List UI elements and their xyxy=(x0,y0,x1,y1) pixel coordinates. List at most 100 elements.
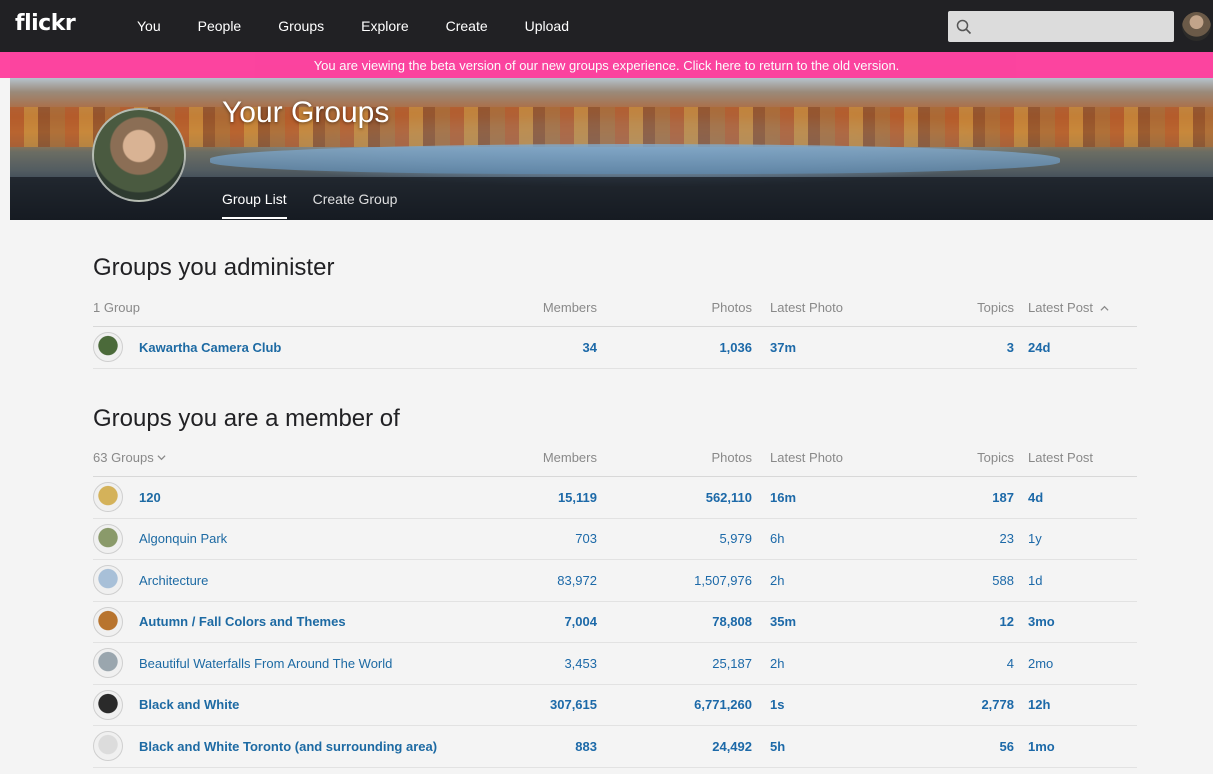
header-latest-photo[interactable]: Latest Photo xyxy=(752,300,902,315)
members-count[interactable]: 703 xyxy=(507,531,597,546)
group-avatar[interactable] xyxy=(93,482,123,513)
latest-post-time[interactable]: 12h xyxy=(1014,697,1137,712)
profile-avatar[interactable] xyxy=(92,108,186,202)
latest-post-time[interactable]: 4d xyxy=(1014,490,1137,505)
flickr-logo[interactable]: flickr xyxy=(15,11,76,36)
group-avatar[interactable] xyxy=(93,606,123,637)
group-name-cell: Beautiful Waterfalls From Around The Wor… xyxy=(93,648,507,679)
admin-table: 1 Group Members Photos Latest Photo Topi… xyxy=(93,289,1137,369)
group-avatar[interactable] xyxy=(93,689,123,720)
page-title: Your Groups xyxy=(222,96,390,129)
group-name-cell: Kawartha Camera Club xyxy=(93,332,507,363)
members-count[interactable]: 83,972 xyxy=(507,573,597,588)
nav-item-groups[interactable]: Groups xyxy=(278,18,324,34)
topics-count[interactable]: 12 xyxy=(902,614,1014,629)
topics-count[interactable]: 588 xyxy=(902,573,1014,588)
tab-group-list[interactable]: Group List xyxy=(222,191,287,219)
nav-item-people[interactable]: People xyxy=(198,18,242,34)
group-avatar[interactable] xyxy=(93,523,123,554)
admin-table-header: 1 Group Members Photos Latest Photo Topi… xyxy=(93,289,1137,327)
group-avatar[interactable] xyxy=(93,565,123,596)
group-name-link[interactable]: Algonquin Park xyxy=(139,531,227,546)
admin-rows: Kawartha Camera Club 34 1,036 37m 3 24d xyxy=(93,327,1137,369)
table-row: Algonquin Park 703 5,979 6h 23 1y xyxy=(93,519,1137,560)
group-name-cell: Autumn / Fall Colors and Themes xyxy=(93,606,507,637)
member-table-header: 63 Groups Members Photos Latest Photo To… xyxy=(93,439,1137,477)
latest-photo-time[interactable]: 1s xyxy=(752,697,902,712)
admin-count-label: 1 Group xyxy=(93,300,140,315)
latest-photo-time[interactable]: 2h xyxy=(752,573,902,588)
latest-post-time[interactable]: 2mo xyxy=(1014,656,1137,671)
header-members[interactable]: Members xyxy=(507,450,597,465)
photos-count[interactable]: 1,507,976 xyxy=(597,573,752,588)
topics-count[interactable]: 3 xyxy=(902,340,1014,355)
latest-photo-time[interactable]: 6h xyxy=(752,531,902,546)
group-name-cell: Algonquin Park xyxy=(93,523,507,554)
latest-photo-time[interactable]: 35m xyxy=(752,614,902,629)
topics-count[interactable]: 2,778 xyxy=(902,697,1014,712)
search-input[interactable] xyxy=(978,12,1168,41)
table-row: Architecture 83,972 1,507,976 2h 588 1d xyxy=(93,560,1137,602)
members-count[interactable]: 15,119 xyxy=(507,490,597,505)
top-nav: flickr You People Groups Explore Create … xyxy=(0,0,1213,52)
photos-count[interactable]: 562,110 xyxy=(597,490,752,505)
group-name-link[interactable]: 120 xyxy=(139,490,161,505)
member-section-title: Groups you are a member of xyxy=(93,405,400,432)
group-avatar[interactable] xyxy=(93,332,123,363)
topics-count[interactable]: 4 xyxy=(902,656,1014,671)
latest-photo-time[interactable]: 16m xyxy=(752,490,902,505)
member-table: 63 Groups Members Photos Latest Photo To… xyxy=(93,439,1137,768)
nav-item-create[interactable]: Create xyxy=(446,18,488,34)
header-photos[interactable]: Photos xyxy=(597,450,752,465)
group-name-link[interactable]: Black and White Toronto (and surrounding… xyxy=(139,739,437,754)
header-latest-post[interactable]: Latest Post xyxy=(1014,300,1137,315)
latest-photo-time[interactable]: 2h xyxy=(752,656,902,671)
group-avatar[interactable] xyxy=(93,648,123,679)
table-row: Black and White 307,615 6,771,260 1s 2,778 12… xyxy=(93,685,1137,726)
header-latest-photo[interactable]: Latest Photo xyxy=(752,450,902,465)
topics-count[interactable]: 56 xyxy=(902,739,1014,754)
members-count[interactable]: 3,453 xyxy=(507,656,597,671)
latest-post-time[interactable]: 1y xyxy=(1014,531,1137,546)
topics-count[interactable]: 187 xyxy=(902,490,1014,505)
beta-banner[interactable]: You are viewing the beta version of our … xyxy=(0,52,1213,78)
topics-count[interactable]: 23 xyxy=(902,531,1014,546)
group-name-link[interactable]: Kawartha Camera Club xyxy=(139,340,281,355)
latest-post-time[interactable]: 1mo xyxy=(1014,739,1137,754)
members-count[interactable]: 7,004 xyxy=(507,614,597,629)
photos-count[interactable]: 6,771,260 xyxy=(597,697,752,712)
member-count-dropdown[interactable]: 63 Groups xyxy=(93,450,507,465)
tab-create-group[interactable]: Create Group xyxy=(313,191,398,219)
header-topics[interactable]: Topics xyxy=(902,300,1014,315)
user-avatar[interactable] xyxy=(1182,12,1211,41)
group-name-link[interactable]: Architecture xyxy=(139,573,208,588)
chevron-down-icon xyxy=(157,455,166,461)
latest-post-time[interactable]: 24d xyxy=(1014,340,1137,355)
group-name-link[interactable]: Autumn / Fall Colors and Themes xyxy=(139,614,346,629)
members-count[interactable]: 34 xyxy=(507,340,597,355)
latest-photo-time[interactable]: 5h xyxy=(752,739,902,754)
header-members[interactable]: Members xyxy=(507,300,597,315)
photos-count[interactable]: 25,187 xyxy=(597,656,752,671)
header-photos[interactable]: Photos xyxy=(597,300,752,315)
group-avatar[interactable] xyxy=(93,731,123,762)
photos-count[interactable]: 24,492 xyxy=(597,739,752,754)
nav-item-you[interactable]: You xyxy=(137,18,161,34)
group-name-link[interactable]: Black and White xyxy=(139,697,239,712)
group-name-link[interactable]: Beautiful Waterfalls From Around The Wor… xyxy=(139,656,392,671)
table-row: 120 15,119 562,110 16m 187 4d xyxy=(93,477,1137,519)
photos-count[interactable]: 78,808 xyxy=(597,614,752,629)
nav-item-upload[interactable]: Upload xyxy=(525,18,569,34)
nav-item-explore[interactable]: Explore xyxy=(361,18,408,34)
latest-post-time[interactable]: 1d xyxy=(1014,573,1137,588)
latest-post-time[interactable]: 3mo xyxy=(1014,614,1137,629)
photos-count[interactable]: 5,979 xyxy=(597,531,752,546)
members-count[interactable]: 307,615 xyxy=(507,697,597,712)
search-box[interactable] xyxy=(948,11,1174,42)
latest-photo-time[interactable]: 37m xyxy=(752,340,902,355)
table-row: Autumn / Fall Colors and Themes 7,004 78,8… xyxy=(93,602,1137,643)
header-topics[interactable]: Topics xyxy=(902,450,1014,465)
members-count[interactable]: 883 xyxy=(507,739,597,754)
header-latest-post[interactable]: Latest Post xyxy=(1014,450,1137,465)
photos-count[interactable]: 1,036 xyxy=(597,340,752,355)
